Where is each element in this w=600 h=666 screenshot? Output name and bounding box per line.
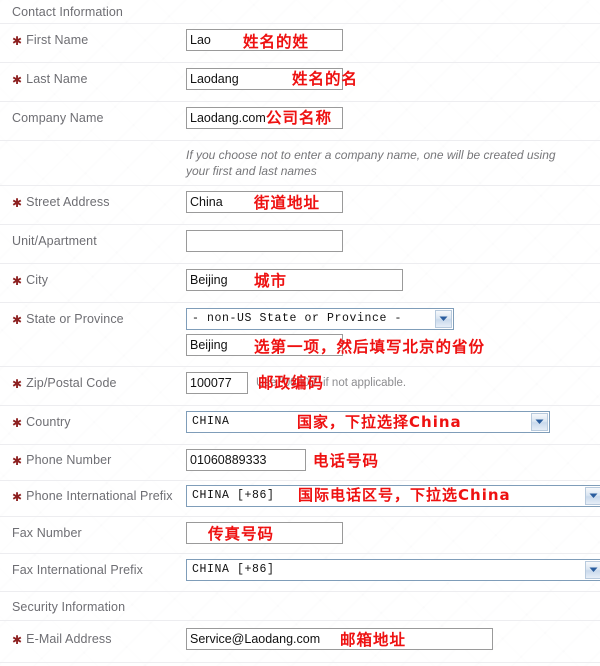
email-input[interactable] — [186, 628, 493, 650]
required-star-icon: ✱ — [12, 34, 23, 48]
row-phone-prefix: ✱ Phone International Prefix CHINA [+86] … — [0, 481, 600, 517]
label-last-name: Last Name — [26, 72, 88, 86]
zip-postal-hint: Use "00000" if not applicable. — [256, 377, 407, 389]
last-name-input[interactable] — [186, 68, 343, 90]
phone-prefix-select[interactable]: CHINA [+86] — [186, 485, 600, 507]
section-header-security: Security Information — [12, 600, 126, 614]
required-star-icon: ✱ — [12, 416, 23, 430]
row-company-note: If you choose not to enter a company nam… — [0, 141, 600, 186]
label-phone-prefix-cell: ✱ Phone International Prefix — [0, 481, 186, 503]
section-header-contact-row: Contact Information — [0, 0, 600, 24]
phone-prefix-select-value: CHINA [+86] — [192, 489, 275, 502]
label-street-address-cell: ✱ Street Address — [0, 186, 186, 209]
label-state-province: State or Province — [26, 312, 124, 326]
field-email-cell: 邮箱地址 — [186, 621, 600, 650]
street-address-input[interactable] — [186, 191, 343, 213]
row-zip-postal: ✱Zip/Postal Code Use "00000" if not appl… — [0, 367, 600, 406]
row-city: ✱City 城市 — [0, 264, 600, 303]
row-state-province: ✱ State or Province - non-US State or Pro… — [0, 303, 600, 367]
label-first-name-cell: ✱ First Name — [0, 24, 186, 47]
label-country: Country — [26, 415, 71, 429]
field-fax-number-cell: 传真号码 — [186, 517, 600, 544]
company-name-input[interactable] — [186, 107, 343, 129]
section-header-contact: Contact Information — [12, 5, 123, 19]
row-phone-number: ✱Phone Number 电话号码 — [0, 445, 600, 481]
label-email-cell: ✱ E-Mail Address — [0, 621, 186, 646]
phone-number-input[interactable] — [186, 449, 306, 471]
row-fax-number: Fax Number 传真号码 — [0, 517, 600, 554]
field-company-note-cell: If you choose not to enter a company nam… — [186, 141, 600, 179]
row-email: ✱E-Mail Address 邮箱地址 — [0, 621, 600, 663]
label-unit-apartment-cell: Unit/Apartment — [0, 225, 186, 248]
label-first-name: First Name — [26, 33, 89, 47]
required-star-icon: ✱ — [12, 313, 23, 327]
required-star-icon: ✱ — [12, 633, 23, 647]
required-star-icon: ✱ — [12, 73, 23, 87]
row-fax-prefix: Fax International Prefix CHINA [+86] — [0, 554, 600, 592]
field-zip-postal-cell: Use "00000" if not applicable. 邮政编码 — [186, 367, 600, 394]
country-select-value: CHINA — [192, 415, 230, 428]
row-company-name: Company Name 公司名称 — [0, 102, 600, 141]
field-country-cell: CHINA 国家，下拉选择China — [186, 406, 600, 433]
field-phone-number-cell: 电话号码 — [186, 445, 600, 471]
field-city-cell: 城市 — [186, 264, 600, 291]
label-city-cell: ✱ City — [0, 264, 186, 287]
row-unit-apartment: Unit/Apartment — [0, 225, 600, 264]
label-fax-number-cell: Fax Number — [0, 517, 186, 540]
label-zip-postal: Zip/Postal Code — [26, 376, 117, 390]
label-unit-apartment: Unit/Apartment — [12, 234, 97, 248]
row-first-name: ✱First Name 姓名的姓 — [0, 24, 600, 63]
fax-number-input[interactable] — [186, 522, 343, 544]
company-name-hint: If you choose not to enter a company nam… — [186, 148, 556, 178]
label-country-cell: ✱ Country — [0, 406, 186, 429]
row-street-address: ✱Street Address 街道地址 — [0, 186, 600, 225]
zip-postal-input[interactable] — [186, 372, 248, 394]
label-company-name: Company Name — [12, 111, 104, 125]
label-street-address: Street Address — [26, 195, 110, 209]
chevron-down-icon[interactable] — [585, 561, 600, 579]
field-phone-prefix-cell: CHINA [+86] 国际电话区号，下拉选China — [186, 481, 600, 507]
field-first-name-cell: 姓名的姓 — [186, 24, 600, 51]
label-company-name-cell: Company Name — [0, 102, 186, 125]
contact-information-form: Contact Information ✱First Name 姓名的姓 ✱La… — [0, 0, 600, 663]
country-select[interactable]: CHINA — [186, 411, 550, 433]
state-province-input[interactable] — [186, 334, 343, 356]
field-state-province-cell: - non-US State or Province - 选第一项，然后填写北京… — [186, 303, 600, 356]
field-company-name-cell: 公司名称 — [186, 102, 600, 129]
unit-apartment-input[interactable] — [186, 230, 343, 252]
label-state-province-cell: ✱ State or Province — [0, 303, 186, 326]
field-last-name-cell: 姓名的名 — [186, 63, 600, 90]
state-province-select-value: - non-US State or Province - — [192, 312, 403, 325]
state-province-select[interactable]: - non-US State or Province - — [186, 308, 454, 330]
label-city: City — [26, 273, 49, 287]
label-zip-postal-cell: ✱ Zip/Postal Code — [0, 367, 186, 390]
label-fax-prefix: Fax International Prefix — [12, 563, 143, 577]
required-star-icon: ✱ — [12, 196, 23, 210]
field-fax-prefix-cell: CHINA [+86] — [186, 554, 600, 581]
fax-prefix-select[interactable]: CHINA [+86] — [186, 559, 600, 581]
field-unit-apartment-cell — [186, 225, 600, 252]
row-last-name: ✱Last Name 姓名的名 — [0, 63, 600, 102]
label-fax-prefix-cell: Fax International Prefix — [0, 554, 186, 577]
label-fax-number: Fax Number — [12, 526, 82, 540]
field-street-address-cell: 街道地址 — [186, 186, 600, 213]
required-star-icon: ✱ — [12, 274, 23, 288]
label-phone-prefix: Phone International Prefix — [26, 489, 173, 503]
label-email: E-Mail Address — [26, 632, 112, 646]
city-input[interactable] — [186, 269, 403, 291]
fax-prefix-select-value: CHINA [+86] — [192, 563, 275, 576]
label-phone-number: Phone Number — [26, 453, 112, 467]
required-star-icon: ✱ — [12, 454, 23, 468]
required-star-icon: ✱ — [12, 377, 23, 391]
first-name-input[interactable] — [186, 29, 343, 51]
section-header-security-row: Security Information — [0, 592, 600, 621]
label-phone-number-cell: ✱ Phone Number — [0, 445, 186, 467]
row-country: ✱ Country CHINA 国家，下拉选择China — [0, 406, 600, 445]
chevron-down-icon[interactable] — [585, 487, 600, 505]
annotation-phone-number: 电话号码 — [313, 452, 380, 470]
chevron-down-icon[interactable] — [531, 413, 548, 431]
label-last-name-cell: ✱ Last Name — [0, 63, 186, 86]
chevron-down-icon[interactable] — [435, 310, 452, 328]
required-star-icon: ✱ — [12, 490, 23, 504]
